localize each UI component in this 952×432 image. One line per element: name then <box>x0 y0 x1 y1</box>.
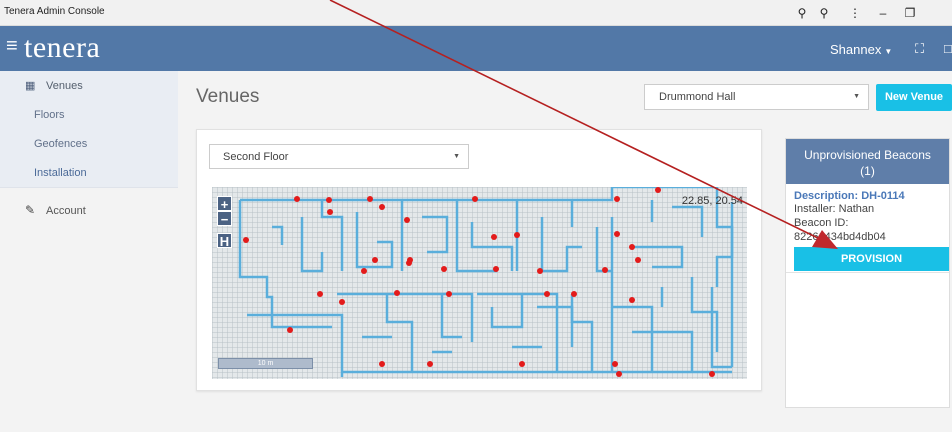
user-name: Shannex <box>830 42 882 57</box>
beacon-marker[interactable] <box>427 361 433 367</box>
coordinate-readout: 22.85, 20.54 <box>681 195 743 207</box>
beacon-marker[interactable] <box>602 267 608 273</box>
header-icon[interactable]: □ <box>944 41 952 56</box>
beacon-marker[interactable] <box>367 196 373 202</box>
venue-select[interactable]: Drummond Hall ▼ <box>644 84 869 110</box>
provision-button[interactable]: PROVISION <box>794 247 949 271</box>
sidebar-item-floors[interactable]: Floors <box>0 100 178 129</box>
floor-map[interactable]: + − H 22.85, 20.54 10 m <box>212 187 747 379</box>
beacon-marker[interactable] <box>361 268 367 274</box>
floor-select[interactable]: Second Floor ▼ <box>209 144 469 169</box>
beacon-marker[interactable] <box>294 196 300 202</box>
beacon-marker[interactable] <box>612 361 618 367</box>
chevron-down-icon: ▼ <box>853 93 860 100</box>
zoom-in-button[interactable]: + <box>217 196 232 212</box>
beacon-marker[interactable] <box>372 257 378 263</box>
beacon-marker[interactable] <box>493 266 499 272</box>
beacons-panel-header: Unprovisioned Beacons (1) <box>786 139 949 184</box>
beacon-card: Description: DH-0114 Installer: Nathan B… <box>786 184 949 273</box>
beacon-marker[interactable] <box>614 231 620 237</box>
sidebar-item-installation[interactable]: Installation <box>0 158 178 187</box>
beacon-marker[interactable] <box>655 187 661 193</box>
sidebar-item-label: Venues <box>46 80 83 92</box>
beacon-marker[interactable] <box>406 260 412 266</box>
beacon-marker[interactable] <box>243 237 249 243</box>
scale-bar: 10 m <box>218 358 313 369</box>
beacon-marker[interactable] <box>616 371 622 377</box>
beacon-marker[interactable] <box>614 196 620 202</box>
beacon-marker[interactable] <box>472 196 478 202</box>
zoom-icon[interactable]: ⚲ <box>812 3 836 23</box>
fullscreen-icon[interactable]: ⛶ <box>915 41 924 57</box>
new-venue-button[interactable]: New Venue <box>876 84 952 111</box>
more-vert-icon[interactable]: ⋮ <box>843 3 867 23</box>
caret-down-icon: ▼ <box>884 47 893 56</box>
user-menu[interactable]: Shannex ▼ <box>830 42 892 57</box>
key-icon[interactable]: ⚲ <box>790 3 814 23</box>
sidebar-item-geofences[interactable]: Geofences <box>0 129 178 158</box>
beacon-marker[interactable] <box>287 327 293 333</box>
floor-plan <box>238 187 734 377</box>
beacon-id: Beacon ID: 82261434bd4db04 <box>794 217 886 243</box>
page-title: Venues <box>196 86 260 107</box>
sidebar-item-label: Account <box>46 205 86 217</box>
beacon-marker[interactable] <box>446 291 452 297</box>
beacon-marker[interactable] <box>379 361 385 367</box>
beacon-marker[interactable] <box>394 290 400 296</box>
beacon-marker[interactable] <box>441 266 447 272</box>
sidebar: ▦ Venues Floors Geofences Installation ✎… <box>0 71 178 432</box>
beacons-count: (1) <box>860 164 875 178</box>
beacon-marker[interactable] <box>544 291 550 297</box>
beacon-markers <box>243 187 715 377</box>
beacon-marker[interactable] <box>519 361 525 367</box>
beacon-marker[interactable] <box>629 244 635 250</box>
beacons-panel-title: Unprovisioned Beacons <box>804 148 931 162</box>
chevron-down-icon: ▼ <box>453 153 460 160</box>
sidebar-item-label: Floors <box>34 109 65 121</box>
beacon-marker[interactable] <box>404 217 410 223</box>
beacon-marker[interactable] <box>514 232 520 238</box>
beacon-marker[interactable] <box>317 291 323 297</box>
restore-icon[interactable]: ❐ <box>898 3 922 23</box>
home-button[interactable]: H <box>217 233 232 249</box>
beacon-marker[interactable] <box>326 197 332 203</box>
window-title: Tenera Admin Console <box>4 6 105 17</box>
sidebar-item-label: Geofences <box>34 138 88 150</box>
beacon-marker[interactable] <box>629 297 635 303</box>
sidebar-item-label: Installation <box>34 167 87 179</box>
sidebar-item-account[interactable]: ✎ Account <box>0 196 178 225</box>
beacon-marker[interactable] <box>635 257 641 263</box>
hamburger-icon[interactable]: ≡ <box>6 36 18 56</box>
beacon-marker[interactable] <box>537 268 543 274</box>
beacon-marker[interactable] <box>379 204 385 210</box>
beacon-installer: Installer: Nathan <box>794 203 875 215</box>
window-titlebar: Tenera Admin Console ⚲ ⚲ ⋮ – ❐ <box>0 0 952 26</box>
zoom-out-button[interactable]: − <box>217 211 232 227</box>
minimize-icon[interactable]: – <box>871 3 895 23</box>
edit-icon: ✎ <box>25 203 36 217</box>
beacon-marker[interactable] <box>327 209 333 215</box>
beacon-marker[interactable] <box>709 371 715 377</box>
map-card: Second Floor ▼ + − H 22.85, 20.54 10 m <box>196 129 762 391</box>
nav-venues-group: ▦ Venues Floors Geofences Installation <box>0 71 178 188</box>
sidebar-item-venues[interactable]: ▦ Venues <box>0 71 178 100</box>
brand-logo[interactable]: tenera <box>24 32 100 64</box>
beacon-marker[interactable] <box>491 234 497 240</box>
beacon-marker[interactable] <box>571 291 577 297</box>
beacons-panel: Unprovisioned Beacons (1) Description: D… <box>785 138 950 408</box>
beacon-marker[interactable] <box>339 299 345 305</box>
venue-select-value: Drummond Hall <box>659 91 736 103</box>
app-header: ≡ tenera Shannex ▼ ⛶ □ <box>0 26 952 71</box>
floor-walls <box>238 187 734 377</box>
floor-select-value: Second Floor <box>223 151 289 163</box>
beacon-description: Description: DH-0114 <box>794 190 905 202</box>
building-icon: ▦ <box>25 80 36 92</box>
